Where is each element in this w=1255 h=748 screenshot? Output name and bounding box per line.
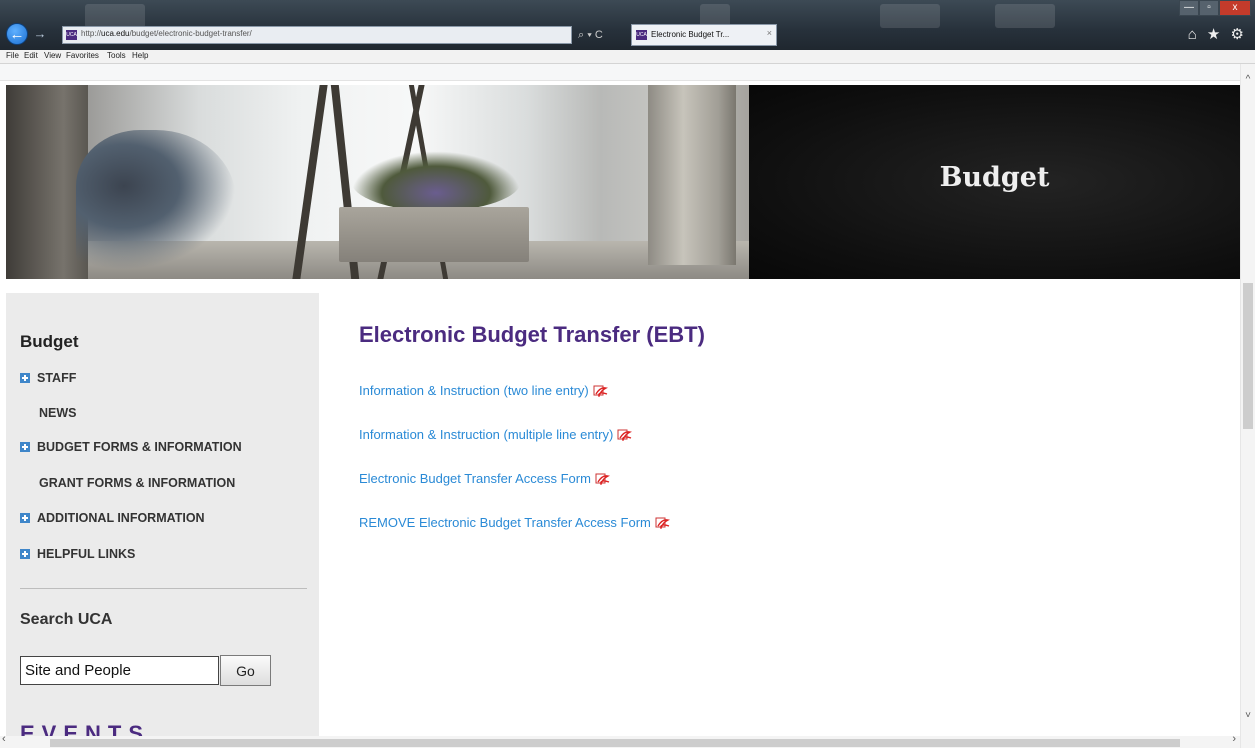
go-button[interactable]: Go <box>220 655 271 686</box>
home-favorites-settings-icons[interactable]: ⌂ ★ ⚙ <box>1188 25 1247 43</box>
expand-plus-icon[interactable] <box>20 442 30 452</box>
link-access-form[interactable]: Electronic Budget Transfer Access Form <box>359 471 610 486</box>
sidebar-item-grant-forms[interactable]: GRANT FORMS & INFORMATION <box>39 476 235 494</box>
search-input[interactable] <box>20 656 219 685</box>
expand-plus-icon[interactable] <box>20 549 30 559</box>
expand-plus-icon[interactable] <box>20 373 30 383</box>
sidebar-divider <box>20 588 307 589</box>
menu-bar: File Edit View Favorites Tools Help <box>0 50 1255 64</box>
scroll-down-icon[interactable]: ˅ <box>1241 710 1255 721</box>
banner-title: Budget <box>939 162 1050 193</box>
forward-button[interactable]: → <box>32 26 48 42</box>
vertical-scrollbar[interactable]: ^ ˅ <box>1240 64 1255 748</box>
horizontal-scrollbar[interactable]: ‹ › <box>0 733 1240 748</box>
link-label: Information & Instruction (multiple line… <box>359 427 614 442</box>
banner-photo <box>6 85 749 279</box>
taskbar-thumbnail <box>995 4 1055 28</box>
menu-tools[interactable]: Tools <box>107 51 126 60</box>
address-tools[interactable]: ⌕ ▾ C <box>578 26 626 44</box>
scroll-right-icon[interactable]: › <box>1232 733 1236 745</box>
back-arrow-icon: ← <box>9 26 25 43</box>
taskbar-thumbnail <box>85 4 145 28</box>
forward-arrow-icon: → <box>33 26 47 41</box>
browser-chrome: ← → UCA http://uca.edu/budget/electronic… <box>0 0 1255 50</box>
vertical-scroll-thumb[interactable] <box>1243 283 1253 429</box>
sidebar-item-budget-forms[interactable]: BUDGET FORMS & INFORMATION <box>20 440 242 458</box>
menu-view[interactable]: View <box>44 51 61 60</box>
back-button[interactable]: ← <box>6 23 28 45</box>
sidebar-item-label: STAFF <box>37 371 77 385</box>
sidebar: Budget STAFF NEWS BUDGET FORMS & INFORMA… <box>6 293 319 748</box>
pdf-icon <box>595 473 610 485</box>
url-host: uca.edu <box>101 29 130 38</box>
site-favicon-icon: UCA <box>66 30 77 40</box>
minimize-button[interactable]: — <box>1179 0 1199 16</box>
toolbar-strip <box>0 64 1240 81</box>
sidebar-item-staff[interactable]: STAFF <box>20 371 76 389</box>
horizontal-scroll-thumb[interactable] <box>50 739 1180 747</box>
pdf-icon <box>617 429 633 441</box>
page-banner: Budget <box>6 85 1240 279</box>
tab-electronic-budget-transfer[interactable]: UCA Electronic Budget Tr... × <box>631 24 777 46</box>
scroll-up-icon[interactable]: ^ <box>1241 74 1255 85</box>
banner-title-panel: Budget <box>749 85 1240 279</box>
tab-title: Electronic Budget Tr... <box>651 30 730 39</box>
sidebar-heading: Budget <box>20 332 79 351</box>
tab-close-icon[interactable]: × <box>767 28 772 38</box>
tab-favicon-icon: UCA <box>636 30 647 40</box>
menu-favorites[interactable]: Favorites <box>66 51 99 60</box>
address-bar[interactable]: UCA http://uca.edu/budget/electronic-bud… <box>62 26 572 44</box>
url-text: http://uca.edu/budget/electronic-budget-… <box>81 29 252 38</box>
sidebar-item-helpful-links[interactable]: HELPFUL LINKS <box>20 547 135 565</box>
menu-edit[interactable]: Edit <box>24 51 38 60</box>
menu-file[interactable]: File <box>6 51 19 60</box>
maximize-button[interactable]: ▫ <box>1199 0 1219 16</box>
page-title: Electronic Budget Transfer (EBT) <box>359 322 705 347</box>
sidebar-item-label: ADDITIONAL INFORMATION <box>37 511 205 525</box>
sidebar-item-additional-information[interactable]: ADDITIONAL INFORMATION <box>20 511 205 529</box>
sidebar-item-label: HELPFUL LINKS <box>37 547 136 561</box>
link-label: Electronic Budget Transfer Access Form <box>359 471 591 486</box>
link-label: REMOVE Electronic Budget Transfer Access… <box>359 515 651 530</box>
expand-plus-icon[interactable] <box>20 513 30 523</box>
url-prefix: http:// <box>81 29 102 38</box>
search-refresh-icons: ⌕ ▾ C <box>578 29 603 41</box>
link-label: Information & Instruction (two line entr… <box>359 383 589 398</box>
link-instruction-two-line[interactable]: Information & Instruction (two line entr… <box>359 383 608 398</box>
sidebar-item-label: GRANT FORMS & INFORMATION <box>39 476 236 490</box>
close-window-button[interactable]: x <box>1219 0 1251 16</box>
link-instruction-multiple-line[interactable]: Information & Instruction (multiple line… <box>359 427 633 442</box>
sidebar-item-label: NEWS <box>39 406 77 420</box>
sidebar-item-label: BUDGET FORMS & INFORMATION <box>37 440 242 454</box>
url-path: /budget/electronic-budget-transfer/ <box>129 29 252 38</box>
sidebar-item-news[interactable]: NEWS <box>39 406 77 424</box>
pdf-icon <box>593 385 608 397</box>
scroll-left-icon[interactable]: ‹ <box>2 733 6 745</box>
pdf-icon <box>655 517 670 529</box>
taskbar-thumbnail <box>880 4 940 28</box>
menu-help[interactable]: Help <box>132 51 148 60</box>
search-heading: Search UCA <box>20 611 113 628</box>
link-remove-access-form[interactable]: REMOVE Electronic Budget Transfer Access… <box>359 515 670 530</box>
window-controls: — ▫ x <box>1179 0 1251 16</box>
